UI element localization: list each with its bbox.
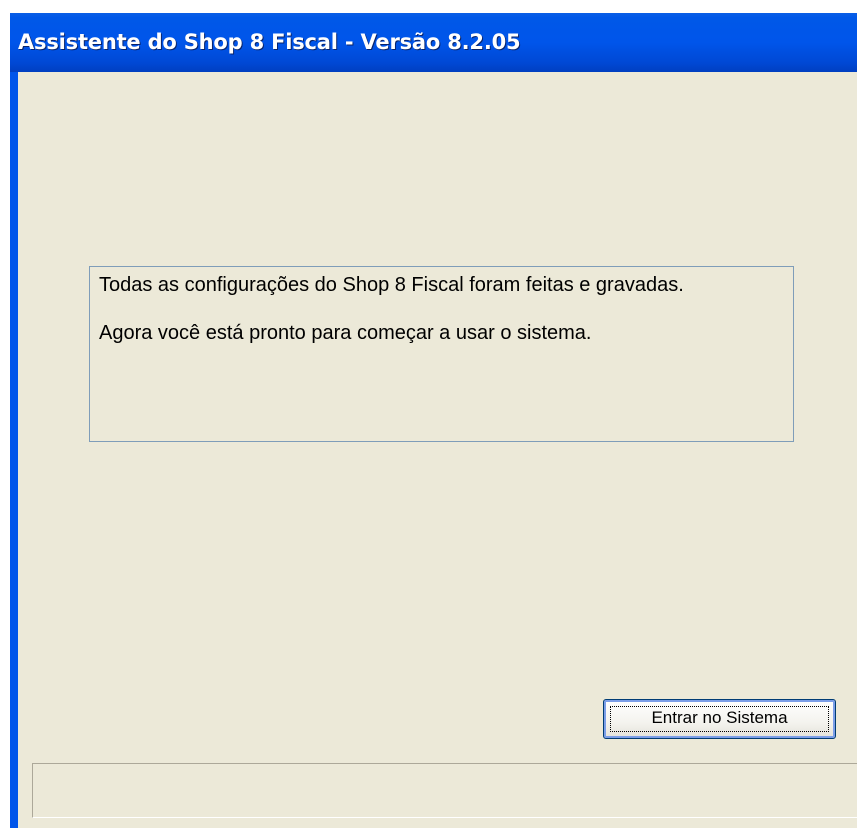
status-bar [32, 763, 857, 818]
window-title: Assistente do Shop 8 Fiscal - Versão 8.2… [18, 30, 521, 54]
completion-message: Todas as configurações do Shop 8 Fiscal … [99, 274, 684, 296]
enter-system-button-label: Entrar no Sistema [651, 708, 788, 727]
title-bar[interactable]: Assistente do Shop 8 Fiscal - Versão 8.2… [10, 13, 857, 72]
window-frame-left [10, 72, 18, 828]
wizard-content: Todas as configurações do Shop 8 Fiscal … [18, 72, 857, 828]
completion-message-box: Todas as configurações do Shop 8 Fiscal … [89, 266, 794, 442]
ready-message: Agora você está pronto para começar a us… [99, 322, 592, 344]
enter-system-button[interactable]: Entrar no Sistema [603, 699, 836, 739]
wizard-window: Assistente do Shop 8 Fiscal - Versão 8.2… [10, 13, 857, 828]
